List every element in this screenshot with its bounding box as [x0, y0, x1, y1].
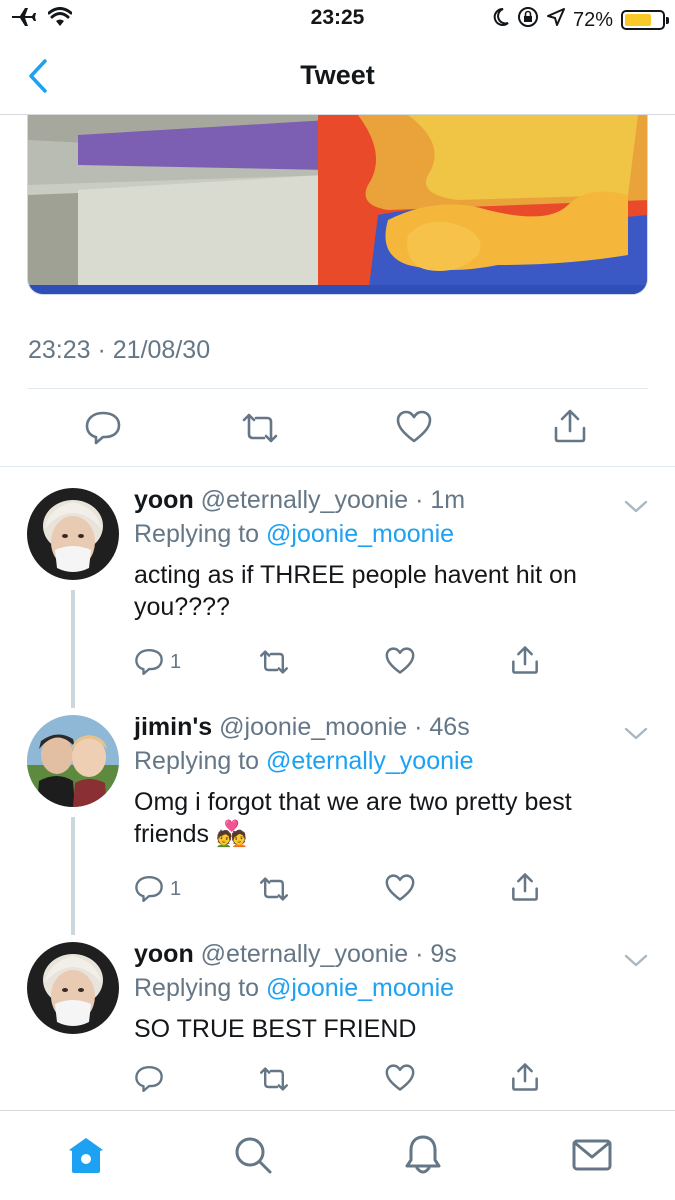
- tab-messages[interactable]: [570, 1133, 614, 1177]
- tweet-timestamp: 23:23 · 21/08/30: [28, 336, 211, 364]
- reply-button[interactable]: 1: [134, 647, 181, 677]
- avatar[interactable]: [27, 488, 119, 580]
- replying-prefix: Replying to: [134, 974, 260, 1002]
- user-handle[interactable]: @eternally_yoonie: [201, 486, 408, 514]
- replying-to: Replying to @eternally_yoonie: [134, 744, 655, 778]
- chevron-down-icon[interactable]: [623, 497, 649, 517]
- chevron-down-icon[interactable]: [623, 724, 649, 744]
- reply-tweet[interactable]: jimin's @joonie_moonie · 46s Replying to…: [0, 710, 675, 935]
- share-icon: [512, 646, 538, 674]
- replying-to: Replying to @joonie_moonie: [134, 971, 655, 1005]
- reply-time: · 1m: [415, 486, 466, 514]
- tab-search[interactable]: [231, 1133, 275, 1177]
- share-icon: [554, 409, 586, 443]
- reply-body: jimin's @joonie_moonie · 46s Replying to…: [134, 710, 655, 850]
- user-handle[interactable]: @joonie_moonie: [219, 713, 407, 741]
- replying-prefix: Replying to: [134, 747, 260, 775]
- like-button[interactable]: [385, 874, 415, 902]
- avatar[interactable]: [27, 942, 119, 1034]
- replying-prefix: Replying to: [134, 520, 260, 548]
- like-icon: [396, 410, 432, 443]
- retweet-button[interactable]: [258, 1066, 290, 1092]
- like-button[interactable]: [385, 1064, 415, 1092]
- retweet-icon: [260, 1067, 288, 1091]
- reply-body: yoon @eternally_yoonie · 1m Replying to …: [134, 483, 655, 623]
- reply-tweet[interactable]: yoon @eternally_yoonie · 9s Replying to …: [0, 937, 675, 1107]
- reply-header: yoon @eternally_yoonie · 9s: [134, 937, 655, 971]
- reply-icon: [135, 875, 163, 903]
- mention-link[interactable]: @joonie_moonie: [266, 974, 454, 1002]
- retweet-icon: [260, 877, 288, 901]
- share-button[interactable]: [510, 1062, 540, 1092]
- status-right: 72%: [493, 6, 669, 34]
- reply-button[interactable]: [134, 1064, 170, 1094]
- reply-header: yoon @eternally_yoonie · 1m: [134, 483, 655, 517]
- mention-link[interactable]: @eternally_yoonie: [266, 747, 473, 775]
- user-handle[interactable]: @eternally_yoonie: [201, 940, 408, 968]
- divider: [0, 466, 675, 467]
- retweet-button[interactable]: [240, 412, 280, 444]
- share-icon: [512, 873, 538, 901]
- reply-text-container: Omg i forgot that we are two pretty best…: [134, 786, 614, 850]
- battery-nub: [666, 17, 669, 24]
- tweet-media[interactable]: [27, 115, 648, 295]
- search-icon: [235, 1137, 272, 1174]
- display-name[interactable]: yoon: [134, 486, 194, 514]
- reply-icon: [85, 411, 121, 445]
- couple-emoji: 💑: [216, 820, 248, 848]
- reply-tweet[interactable]: yoon @eternally_yoonie · 1m Replying to …: [0, 483, 675, 708]
- like-icon: [385, 874, 415, 901]
- like-icon: [385, 647, 415, 674]
- page-title: Tweet: [300, 60, 375, 90]
- reply-time: · 9s: [415, 940, 457, 968]
- mention-link[interactable]: @joonie_moonie: [266, 520, 454, 548]
- share-icon: [512, 1063, 538, 1091]
- divider: [28, 388, 648, 389]
- tab-bar: [0, 1110, 675, 1200]
- reply-icon: [135, 1065, 163, 1093]
- reply-header: jimin's @joonie_moonie · 46s: [134, 710, 655, 744]
- media-image: [28, 115, 647, 294]
- reply-body: yoon @eternally_yoonie · 9s Replying to …: [134, 937, 655, 1045]
- retweet-icon: [242, 413, 278, 443]
- replying-to: Replying to @joonie_moonie: [134, 517, 655, 551]
- reply-button[interactable]: 1: [134, 874, 181, 904]
- tab-notifications[interactable]: [401, 1133, 445, 1177]
- reply-text: Omg i forgot that we are two pretty best…: [134, 788, 572, 848]
- share-button[interactable]: [510, 645, 540, 675]
- home-icon: [69, 1138, 103, 1173]
- battery-icon: [621, 10, 669, 30]
- tab-home[interactable]: [64, 1133, 108, 1177]
- like-icon: [385, 1064, 415, 1091]
- reply-count: 1: [170, 650, 182, 673]
- status-bar: 23:25 72%: [0, 0, 675, 40]
- nav-bar: Tweet: [0, 40, 675, 115]
- reply-count: 1: [170, 877, 182, 900]
- retweet-button[interactable]: [258, 649, 290, 675]
- chevron-down-icon[interactable]: [623, 951, 649, 971]
- retweet-icon: [260, 650, 288, 674]
- share-button[interactable]: [510, 872, 540, 902]
- battery-percent: 72%: [572, 8, 613, 31]
- moon-icon: [493, 7, 509, 33]
- location-icon: [546, 8, 565, 32]
- like-button[interactable]: [385, 647, 415, 675]
- reply-text: SO TRUE BEST FRIEND: [134, 1015, 417, 1043]
- display-name[interactable]: jimin's: [134, 713, 212, 741]
- rotation-lock-icon: [517, 6, 539, 34]
- retweet-button[interactable]: [258, 876, 290, 902]
- reply-text: acting as if THREE people havent hit on …: [134, 561, 577, 621]
- like-button[interactable]: [396, 410, 432, 444]
- messages-icon: [572, 1139, 612, 1171]
- share-button[interactable]: [552, 408, 588, 444]
- reply-icon: [135, 648, 163, 676]
- avatar[interactable]: [27, 715, 119, 807]
- reply-time: · 46s: [414, 713, 470, 741]
- tweet-actions: [0, 400, 675, 460]
- battery-fill: [625, 14, 651, 26]
- display-name[interactable]: yoon: [134, 940, 194, 968]
- reply-button[interactable]: [84, 410, 122, 446]
- notifications-icon: [405, 1135, 441, 1174]
